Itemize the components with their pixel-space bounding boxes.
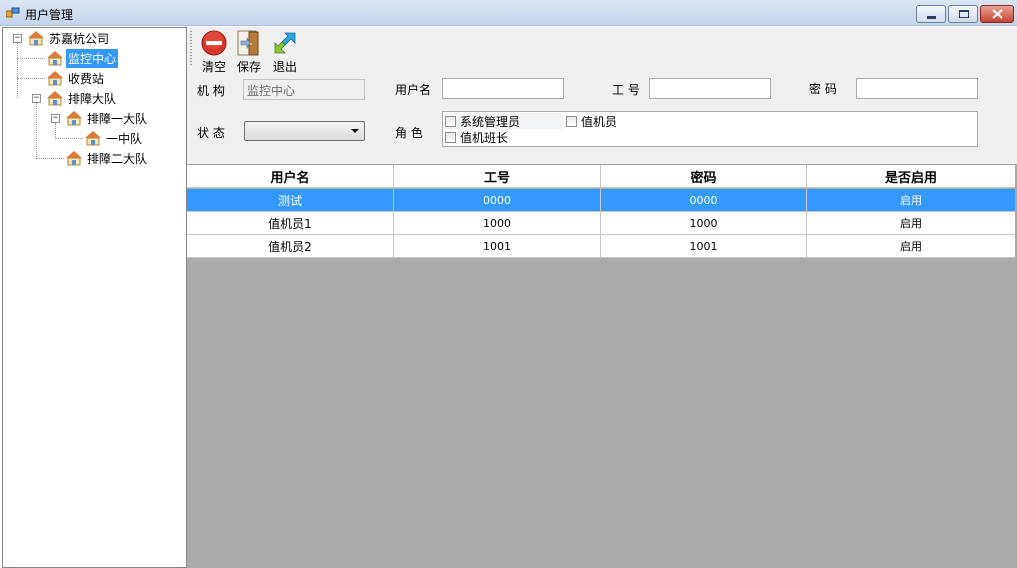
enabled-cell[interactable]: 启用 [807, 189, 1015, 211]
username-field[interactable] [442, 78, 564, 99]
house-icon [66, 111, 82, 126]
tree-node-label: 排障大队 [68, 91, 117, 106]
column-header-username[interactable]: 用户名 [187, 165, 394, 187]
tree-connector [17, 78, 45, 79]
tree-node-label: 排障一大队 [87, 111, 148, 126]
column-header-workno[interactable]: 工号 [394, 165, 601, 187]
column-header-enabled[interactable]: 是否启用 [807, 165, 1015, 187]
role-admin-label: 系统管理员 [460, 114, 521, 129]
tree-connector [55, 123, 56, 139]
password-cell[interactable]: 0000 [601, 189, 807, 211]
clear-icon [201, 30, 227, 56]
door-save-icon [237, 30, 259, 56]
tree-node-rescue-brigade[interactable]: 排障大队 [46, 89, 118, 107]
username-cell[interactable]: 测试 [187, 189, 394, 211]
checkbox-box [445, 131, 456, 143]
username-cell[interactable]: 值机员1 [187, 212, 394, 234]
maximize-button[interactable] [948, 5, 978, 23]
window-title: 用户管理 [25, 8, 74, 22]
tree-node-label: 一中队 [106, 131, 143, 146]
tree-node-squadron-1[interactable]: 一中队 [84, 129, 144, 147]
tree-connector [55, 138, 83, 139]
tree-node-label: 收费站 [68, 71, 105, 86]
enabled-cell[interactable]: 启用 [807, 235, 1015, 257]
workno-cell[interactable]: 0000 [394, 189, 601, 211]
table-row[interactable]: 值机员2 1001 1001 启用 [187, 235, 1015, 258]
role-label: 角 色 [395, 126, 423, 140]
toolbar-grip[interactable] [190, 31, 192, 67]
tree-node-root[interactable]: 苏嘉杭公司 [27, 29, 111, 47]
checkbox-box [445, 115, 456, 127]
tree-node-rescue-unit-2[interactable]: 排障二大队 [65, 149, 149, 167]
minimize-icon [927, 16, 936, 19]
house-icon [85, 131, 101, 146]
house-icon [47, 91, 63, 106]
house-icon [47, 71, 63, 86]
tree-connector [17, 42, 18, 98]
tree-node-rescue-unit-1[interactable]: 排障一大队 [65, 109, 149, 127]
tree-node-label: 排障二大队 [87, 151, 148, 166]
enabled-cell[interactable]: 启用 [807, 212, 1015, 234]
org-field[interactable]: 监控中心 [243, 79, 365, 100]
collapse-toggle[interactable]: − [51, 114, 60, 123]
maximize-icon [959, 10, 969, 18]
password-cell[interactable]: 1000 [601, 212, 807, 234]
house-icon [28, 31, 44, 46]
username-label: 用户名 [395, 83, 432, 97]
table-row[interactable]: 测试 0000 0000 启用 [187, 189, 1015, 212]
role-operator-checkbox[interactable]: 值机员 [566, 113, 617, 129]
tree-node-monitor-center[interactable]: 监控中心 [46, 48, 119, 68]
users-grid[interactable]: 用户名 工号 密码 是否启用 测试 0000 0000 启用 值机员1 1000… [187, 164, 1017, 568]
main-panel: 清空 保存 退出 机 构 监控中心 用户名 工 号 密 码 状 态 角 色 系统… [187, 27, 1017, 568]
tree-connector [17, 58, 45, 59]
workno-field[interactable] [649, 78, 771, 99]
save-label: 保存 [236, 60, 261, 74]
tree-node-toll-station[interactable]: 收费站 [46, 69, 106, 87]
exit-label: 退出 [272, 60, 297, 74]
organization-tree[interactable]: − − − 苏嘉杭公司 监控中心 收费站 排障大队 排障一大队 一中队 排障二大… [2, 27, 187, 568]
role-shift-leader-checkbox[interactable]: 值机班长 [445, 129, 508, 145]
org-label: 机 构 [197, 84, 225, 98]
collapse-toggle[interactable]: − [32, 94, 41, 103]
workno-cell[interactable]: 1000 [394, 212, 601, 234]
tree-node-label: 监控中心 [66, 48, 119, 68]
minimize-button[interactable] [916, 5, 946, 23]
collapse-toggle[interactable]: − [13, 34, 22, 43]
close-button[interactable] [980, 5, 1014, 23]
tree-node-label: 苏嘉杭公司 [49, 31, 110, 46]
username-cell[interactable]: 值机员2 [187, 235, 394, 257]
exit-button[interactable]: 退出 [268, 29, 302, 74]
workno-cell[interactable]: 1001 [394, 235, 601, 257]
tree-connector [36, 158, 64, 159]
checkbox-box [566, 115, 577, 127]
status-label: 状 态 [197, 126, 225, 140]
status-dropdown[interactable] [244, 121, 365, 141]
exit-arrows-icon [274, 32, 296, 54]
role-admin-checkbox[interactable]: 系统管理员 [445, 113, 563, 129]
tree-connector [36, 103, 37, 159]
title-bar: 用户管理 [0, 0, 1017, 26]
app-icon [6, 7, 20, 18]
role-shift-leader-label: 值机班长 [460, 130, 509, 145]
password-label: 密 码 [809, 82, 837, 96]
dropdown-arrow-icon [351, 129, 359, 133]
toolbar: 清空 保存 退出 [187, 27, 1017, 74]
password-field[interactable] [856, 78, 978, 99]
clear-button[interactable]: 清空 [197, 29, 231, 74]
grid-header: 用户名 工号 密码 是否启用 [187, 165, 1015, 188]
table-row[interactable]: 值机员1 1000 1000 启用 [187, 212, 1015, 235]
role-operator-label: 值机员 [581, 114, 618, 129]
house-icon [66, 151, 82, 166]
column-header-password[interactable]: 密码 [601, 165, 807, 187]
workno-label: 工 号 [612, 83, 640, 97]
clear-label: 清空 [201, 60, 226, 74]
password-cell[interactable]: 1001 [601, 235, 807, 257]
house-icon [47, 51, 63, 66]
save-button[interactable]: 保存 [232, 29, 266, 74]
roles-checklist[interactable]: 系统管理员 值机员 值机班长 [442, 111, 978, 147]
close-icon [992, 9, 1003, 19]
